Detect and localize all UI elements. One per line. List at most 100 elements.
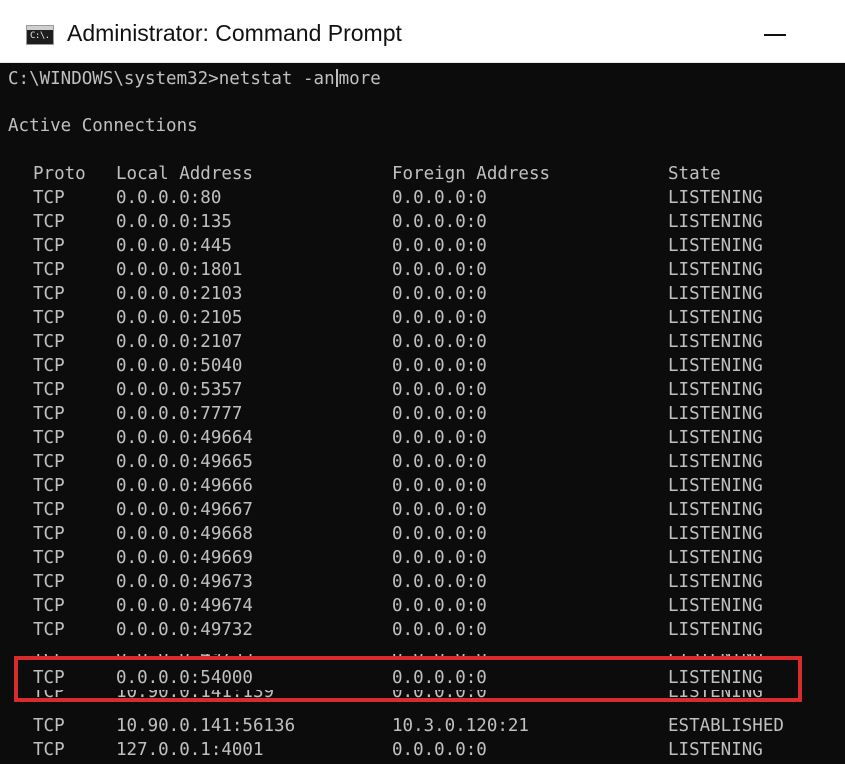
cell-proto: TCP bbox=[33, 524, 65, 544]
cell-foreign-address: 0.0.0.0:0 bbox=[392, 308, 487, 328]
cell-proto: TCP bbox=[33, 740, 65, 760]
cell-local-address: 0.0.0.0:49668 bbox=[116, 524, 253, 544]
table-row: TCP 0.0.0.0:5357 0.0.0.0:0 LISTENING bbox=[0, 378, 845, 402]
cell-foreign-address: 0.0.0.0:0 bbox=[392, 212, 487, 232]
table-row-highlighted: TCP 0.0.0.0:54000 0.0.0.0:0 LISTENING bbox=[0, 666, 845, 690]
table-row: TCP 0.0.0.0:135 0.0.0.0:0 LISTENING bbox=[0, 210, 845, 234]
cell-proto: TCP bbox=[33, 572, 65, 592]
console-output[interactable]: C:\WINDOWS\system32>netstat -an more Acti… bbox=[0, 62, 845, 764]
cell-proto: TCP bbox=[33, 404, 65, 424]
cell-foreign-address: 0.0.0.0:0 bbox=[392, 236, 487, 256]
cell-proto: TCP bbox=[33, 284, 65, 304]
cell-proto: TCP bbox=[33, 428, 65, 448]
cell-foreign-address: 0.0.0.0:0 bbox=[392, 596, 487, 616]
cell-local-address: 0.0.0.0:5357 bbox=[116, 380, 243, 400]
cell-foreign-address: 0.0.0.0:0 bbox=[392, 740, 487, 760]
cell-proto: TCP bbox=[33, 188, 65, 208]
cell-state: LISTENING bbox=[668, 380, 763, 400]
table-row: TCP 0.0.0.0:49669 0.0.0.0:0 LISTENING bbox=[0, 546, 845, 570]
table-row: TCP 0.0.0.0:80 0.0.0.0:0 LISTENING bbox=[0, 186, 845, 210]
cell-foreign-address: 0.0.0.0:0 bbox=[392, 548, 487, 568]
cell-proto: TCP bbox=[33, 620, 65, 640]
cell-state: LISTENING bbox=[668, 284, 763, 304]
cell-state: LISTENING bbox=[668, 212, 763, 232]
cell-state: LISTENING bbox=[668, 356, 763, 376]
table-row: TCP 0.0.0.0:2107 0.0.0.0:0 LISTENING bbox=[0, 330, 845, 354]
column-header-foreign-address: Foreign Address bbox=[392, 164, 551, 184]
cell-foreign-address: 0.0.0.0:0 bbox=[392, 620, 487, 640]
cell-state: LISTENING bbox=[668, 524, 763, 544]
cell-local-address: 0.0.0.0:49673 bbox=[116, 572, 253, 592]
cell-local-address: 0.0.0.0:80 bbox=[116, 188, 222, 208]
cell-local-address: 127.0.0.1:4001 bbox=[116, 740, 264, 760]
cell-local-address: 0.0.0.0:2107 bbox=[116, 332, 243, 352]
table-row: TCP 0.0.0.0:49664 0.0.0.0:0 LISTENING bbox=[0, 426, 845, 450]
cell-local-address: 0.0.0.0:445 bbox=[116, 236, 232, 256]
cell-local-address: 0.0.0.0:49674 bbox=[116, 596, 253, 616]
minimize-icon bbox=[764, 34, 786, 36]
cell-proto: TCP bbox=[33, 654, 65, 664]
title-bar[interactable]: C:\. Administrator: Command Prompt bbox=[0, 0, 845, 63]
command-prompt-window: C:\. Administrator: Command Prompt C:\WI… bbox=[0, 0, 845, 764]
cell-local-address: 0.0.0.0:54000 bbox=[116, 668, 253, 688]
cell-local-address: 0.0.0.0:5040 bbox=[116, 356, 243, 376]
table-row: TCP 0.0.0.0:1801 0.0.0.0:0 LISTENING bbox=[0, 258, 845, 282]
cell-foreign-address: 0.0.0.0:0 bbox=[392, 188, 487, 208]
table-row: TCP 0.0.0.0:7777 0.0.0.0:0 LISTENING bbox=[0, 402, 845, 426]
cell-state: LISTENING bbox=[668, 740, 763, 760]
table-row: TCP 10.90.0.141:56136 10.3.0.120:21 ESTABLI… bbox=[0, 714, 845, 738]
table-row: TCP 0.0.0.0:49667 0.0.0.0:0 LISTENING bbox=[0, 498, 845, 522]
cell-proto: TCP bbox=[33, 380, 65, 400]
table-row: TCP 0.0.0.0:2103 0.0.0.0:0 LISTENING bbox=[0, 282, 845, 306]
cell-proto: TCP bbox=[33, 716, 65, 736]
cell-foreign-address: 0.0.0.0:0 bbox=[392, 380, 487, 400]
table-row: TCP 10.90.0.141:139 0.0.0.0:0 LISTENING bbox=[0, 690, 845, 714]
cell-proto: TCP bbox=[33, 236, 65, 256]
cell-proto: TCP bbox=[33, 452, 65, 472]
cell-foreign-address: 0.0.0.0:0 bbox=[392, 428, 487, 448]
cell-local-address: 0.0.0.0:7777 bbox=[116, 404, 243, 424]
text-cursor bbox=[335, 69, 338, 87]
table-row: TCP 0.0.0.0:2105 0.0.0.0:0 LISTENING bbox=[0, 306, 845, 330]
cell-state: LISTENING bbox=[668, 620, 763, 640]
cell-state: LISTENING bbox=[668, 668, 763, 688]
cell-proto: TCP bbox=[33, 668, 65, 688]
cell-foreign-address: 0.0.0.0:0 bbox=[392, 332, 487, 352]
cell-foreign-address: 0.0.0.0:0 bbox=[392, 260, 487, 280]
table-row: TCP 0.0.0.0:49732 0.0.0.0:0 LISTENING bbox=[0, 618, 845, 642]
table-row: TCP 0.0.0.0:49666 0.0.0.0:0 LISTENING bbox=[0, 474, 845, 498]
cell-local-address: 0.0.0.0:135 bbox=[116, 212, 232, 232]
cell-local-address: 10.90.0.141:139 bbox=[116, 690, 275, 701]
table-row: TCP 0.0.0.0:49673 0.0.0.0:0 LISTENING bbox=[0, 570, 845, 594]
cell-local-address: 0.0.0.0:49664 bbox=[116, 428, 253, 448]
table-row: TCP 0.0.0.0:445 0.0.0.0:0 LISTENING bbox=[0, 234, 845, 258]
cell-state: LISTENING bbox=[668, 452, 763, 472]
cell-local-address: 0.0.0.0:49735 bbox=[116, 654, 253, 664]
cell-proto: TCP bbox=[33, 548, 65, 568]
table-row: TCP 0.0.0.0:49674 0.0.0.0:0 LISTENING bbox=[0, 594, 845, 618]
cell-state: ESTABLISHED bbox=[668, 716, 784, 736]
cell-foreign-address: 0.0.0.0:0 bbox=[392, 690, 487, 701]
cell-state: LISTENING bbox=[668, 332, 763, 352]
cell-state: LISTENING bbox=[668, 308, 763, 328]
cell-proto: TCP bbox=[33, 332, 65, 352]
minimize-button[interactable] bbox=[740, 14, 810, 54]
table-row: TCP 0.0.0.0:49735 0.0.0.0:0 LISTENING bbox=[0, 642, 845, 666]
table-row: TCP 0.0.0.0:49665 0.0.0.0:0 LISTENING bbox=[0, 450, 845, 474]
cell-proto: TCP bbox=[33, 308, 65, 328]
cell-foreign-address: 0.0.0.0:0 bbox=[392, 500, 487, 520]
cell-foreign-address: 0.0.0.0:0 bbox=[392, 452, 487, 472]
cell-local-address: 0.0.0.0:49669 bbox=[116, 548, 253, 568]
cell-proto: TCP bbox=[33, 596, 65, 616]
cell-local-address: 0.0.0.0:49665 bbox=[116, 452, 253, 472]
cell-proto: TCP bbox=[33, 212, 65, 232]
cell-local-address: 0.0.0.0:49666 bbox=[116, 476, 253, 496]
cell-foreign-address: 0.0.0.0:0 bbox=[392, 356, 487, 376]
cell-local-address: 10.90.0.141:56136 bbox=[116, 716, 296, 736]
icon-label: C:\. bbox=[30, 31, 50, 41]
cell-state: LISTENING bbox=[668, 260, 763, 280]
column-header-local-address: Local Address bbox=[116, 164, 253, 184]
cell-foreign-address: 0.0.0.0:0 bbox=[392, 572, 487, 592]
cell-proto: TCP bbox=[33, 690, 65, 701]
cell-local-address: 0.0.0.0:49667 bbox=[116, 500, 253, 520]
